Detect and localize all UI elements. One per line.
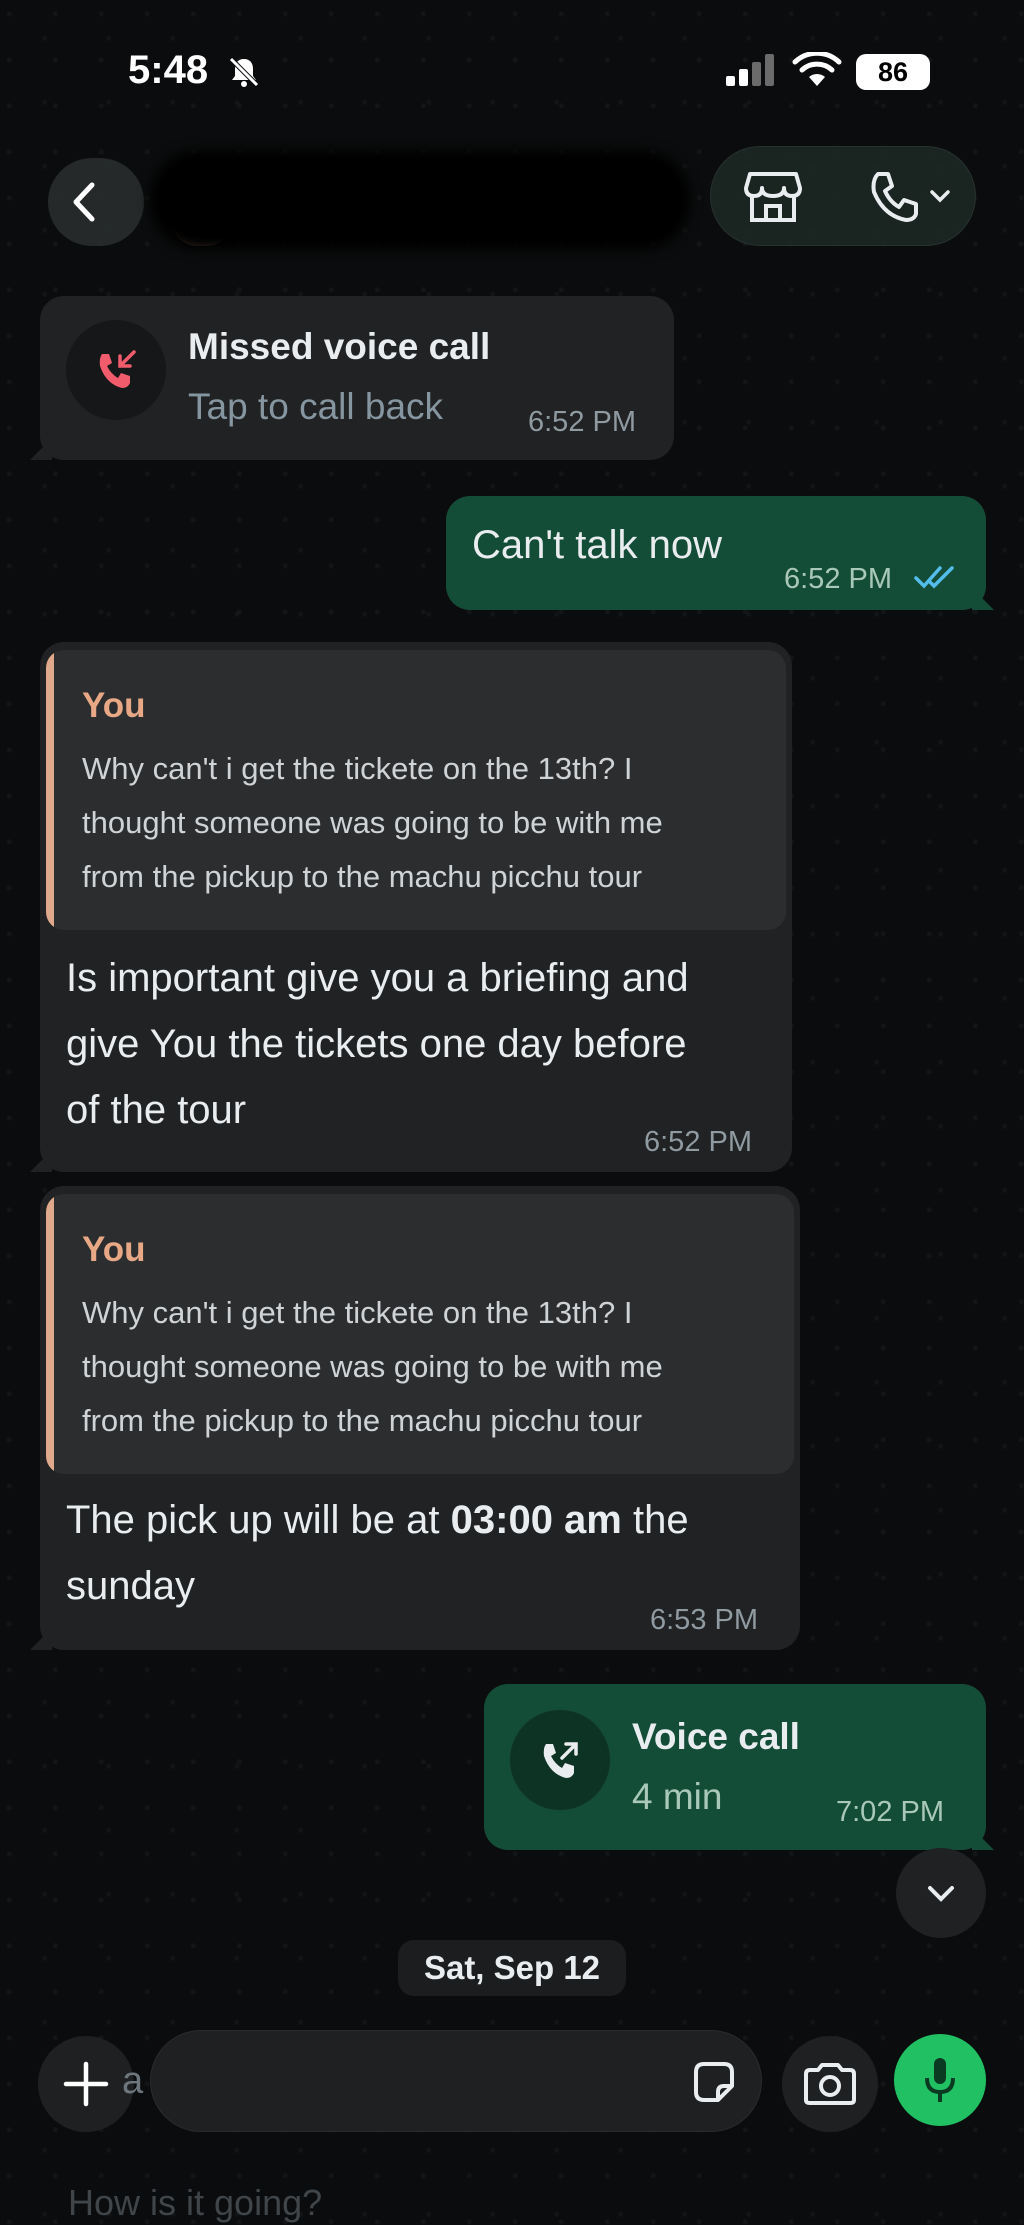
outgoing-call-icon [543, 1742, 578, 1778]
message-text-line: sunday [66, 1564, 195, 1608]
contact-name-redacted[interactable] [150, 150, 690, 250]
quote-accent-bar [46, 650, 54, 930]
back-button[interactable] [48, 158, 144, 246]
quote-line: from the pickup to the machu picchu tour [82, 859, 643, 894]
quote-author: You [82, 686, 146, 725]
message-time: 7:02 PM [836, 1796, 944, 1828]
message-text-line: of the tour [66, 1088, 247, 1132]
message-text-line: The pick up will be at 03:00 am the [66, 1487, 689, 1553]
voice-message-button[interactable] [894, 2034, 986, 2126]
input-ghost-text: a [122, 2060, 144, 2102]
camera-button[interactable] [782, 2036, 878, 2132]
message-time: 6:52 PM [528, 406, 636, 438]
attach-button[interactable] [38, 2036, 134, 2132]
voice-call-duration: 4 min [632, 1776, 723, 1817]
quote-line: from the pickup to the machu picchu tour [82, 1403, 643, 1438]
message-text: Can't talk now [472, 523, 722, 567]
message-time: 6:52 PM [644, 1126, 752, 1158]
composer-suggestion: How is it going? [68, 2182, 323, 2223]
sticker-icon[interactable] [690, 2058, 738, 2106]
back-icon [73, 182, 95, 222]
message-text-line: Is important give you a briefing and [66, 956, 689, 1000]
message-time: 6:53 PM [650, 1604, 758, 1636]
date-separator: Sat, Sep 12 [398, 1940, 626, 1996]
message-text-bold: 03:00 am [450, 1498, 622, 1542]
voice-call-icon-circle [510, 1710, 610, 1810]
quote-line: Why can't i get the tickete on the 13th?… [82, 751, 633, 786]
message-time: 6:52 PM [784, 563, 892, 595]
phone-icon[interactable] [868, 168, 920, 224]
chevron-down-icon[interactable] [928, 184, 952, 208]
signal-icon [726, 54, 774, 86]
quote-line: thought someone was going to be with me [82, 1349, 663, 1384]
missed-call-icon-circle [66, 320, 166, 420]
missed-call-title: Missed voice call [188, 326, 491, 367]
message-text-plain: The pick up will be at [66, 1498, 451, 1542]
quote-line: Why can't i get the tickete on the 13th?… [82, 1295, 633, 1330]
bell-slash-icon [229, 57, 259, 87]
message-text-plain: the [621, 1498, 689, 1542]
camera-icon [804, 2063, 856, 2105]
voice-call-title: Voice call [632, 1716, 800, 1757]
message-input[interactable] [150, 2030, 762, 2132]
quote-line: thought someone was going to be with me [82, 805, 663, 840]
scroll-to-bottom-button[interactable] [896, 1848, 986, 1938]
read-ticks-icon [914, 566, 954, 589]
quote-accent-bar [46, 1194, 54, 1474]
missed-call-subtitle: Tap to call back [188, 386, 444, 427]
microphone-icon [925, 2058, 955, 2102]
wifi-icon [792, 52, 842, 86]
status-time: 5:48 [128, 48, 209, 92]
chevron-down-icon [928, 1886, 954, 1902]
plus-icon [63, 2061, 109, 2107]
store-icon[interactable] [744, 168, 802, 224]
quote-author: You [82, 1230, 146, 1269]
message-text-line: give You the tickets one day before [66, 1022, 687, 1066]
missed-call-icon [99, 350, 136, 388]
battery-icon: 86 [856, 54, 930, 90]
